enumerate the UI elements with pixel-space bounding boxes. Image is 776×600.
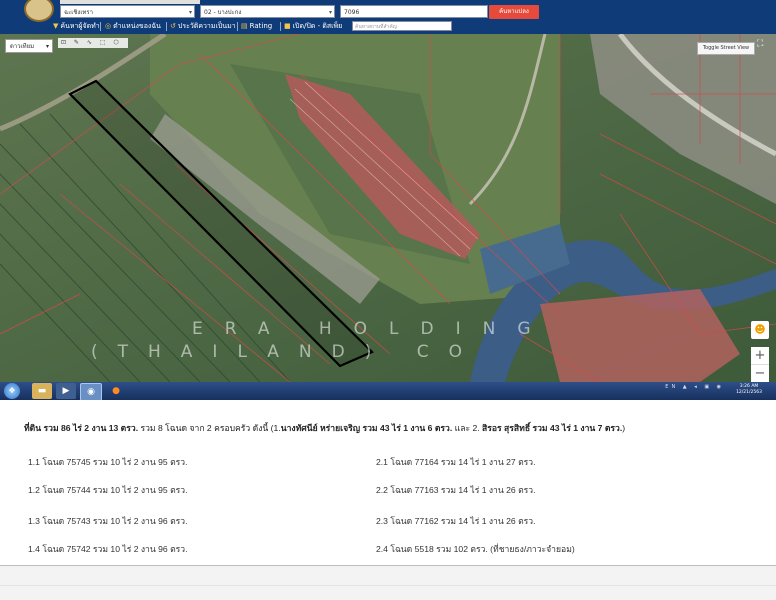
province-select-value: ฉะเชิงเทรา <box>64 9 93 16</box>
windows-taskbar: ❖ ▬ ▶ ◉ ● EN ▲ ◂ ▣ ◉ 3:26 AM 12/21/2563 <box>0 382 776 401</box>
footer-divider <box>0 585 776 586</box>
watermark-line2: (THAILAND) CO <box>91 342 483 362</box>
summary-mid: รวม 8 โฉนด จาก 2 ครอบครัว ดังนี้ (1. <box>138 423 281 433</box>
menu-divider <box>166 22 167 31</box>
map-layer-select[interactable]: ดาวเทียม ▾ <box>5 39 53 53</box>
deed-row: 2.1 โฉนด 77164 รวม 14 ไร่ 1 งาน 27 ตรว. <box>376 457 536 467</box>
media-player-icon[interactable]: ▶ <box>56 383 76 399</box>
menu-item-history[interactable]: ↺ ประวัติความเป็นมา <box>170 20 236 33</box>
deed-row: 1.2 โฉนด 75744 รวม 10 ไร่ 2 งาน 95 ตรว. <box>28 485 188 495</box>
owner-2: สิรอร สุรสิทธิ์ รวม 43 ไร่ 1 งาน 7 ตรว. <box>482 423 623 433</box>
chevron-down-icon: ▾ <box>328 9 332 16</box>
watermark-line1: ERA HOLDING <box>192 319 553 339</box>
clock-date: 12/21/2563 <box>736 390 762 395</box>
search-parcel-button[interactable]: ค้นหาแปลง <box>489 5 539 19</box>
land-summary: ที่ดิน รวม 86 ไร่ 2 งาน 13 ตรว. รวม 8 โฉ… <box>24 421 774 435</box>
land-details-panel: ที่ดิน รวม 86 ไร่ 2 งาน 13 ตรว. รวม 8 โฉ… <box>0 400 776 566</box>
menu-item-my-location[interactable]: ◎ ตำแหน่งของฉัน <box>105 20 161 33</box>
menu-item-label: ตำแหน่งของฉัน <box>113 22 161 30</box>
district-select[interactable]: 02 - บางปะกง ▾ <box>200 5 335 18</box>
menu-item-rating[interactable]: ▤ Rating <box>241 20 272 33</box>
deed-row: 1.4 โฉนด 75742 รวม 10 ไร่ 2 งาน 96 ตรว. <box>28 544 188 554</box>
location-icon: ◎ <box>105 22 112 30</box>
menu-divider <box>280 22 281 31</box>
menu-item-find-author[interactable]: ▼ ค้นหาผู้จัดทำ <box>53 20 100 33</box>
firefox-icon[interactable]: ● <box>106 383 126 399</box>
zoom-out-button[interactable]: − <box>751 365 769 382</box>
system-tray[interactable]: EN ▲ ◂ ▣ ◉ <box>665 384 724 390</box>
district-select-value: 02 - บางปะกง <box>204 9 242 16</box>
menu-item-label: Rating <box>249 22 273 30</box>
chevron-down-icon: ▾ <box>45 43 49 50</box>
summary-close: ) <box>622 423 626 433</box>
menu-divider <box>237 22 238 31</box>
app-title-strip <box>60 0 200 4</box>
province-select[interactable]: ฉะเชิงเทรา ▾ <box>60 5 195 18</box>
taskbar-clock[interactable]: 3:26 AM 12/21/2563 <box>736 384 762 396</box>
page-footer <box>0 566 776 600</box>
windows-start-icon[interactable]: ❖ <box>4 383 20 399</box>
summary-lead: ที่ดิน รวม 86 ไร่ 2 งาน 13 ตรว. <box>24 423 139 433</box>
place-search-input[interactable]: ค้นหาสถานที่สำคัญ <box>352 21 452 31</box>
menu-item-label: ประวัติความเป็นมา <box>177 22 236 30</box>
toggle-street-view-button[interactable]: Toggle Street View <box>697 42 755 55</box>
deed-row: 1.1 โฉนด 75745 รวม 10 ไร่ 2 งาน 95 ตรว. <box>28 457 188 467</box>
zoom-in-button[interactable]: + <box>751 347 769 365</box>
menu-item-label: ค้นหาผู้จัดทำ <box>60 22 100 30</box>
deed-row: 1.3 โฉนด 75743 รวม 10 ไร่ 2 งาน 96 ตรว. <box>28 516 188 526</box>
map-draw-tools[interactable]: ⊡ ✎ ∿ ⬚ ⬡ <box>58 38 128 48</box>
menu-item-display-toggle[interactable]: ■ เปิด/ปิด - ดิสเพ็ย <box>284 20 342 33</box>
rating-icon: ▤ <box>241 22 248 30</box>
chevron-down-icon: ▾ <box>188 9 192 16</box>
deed-row: 2.3 โฉนด 77162 รวม 14 ไร่ 1 งาน 26 ตรว. <box>376 516 536 526</box>
funnel-icon: ▼ <box>53 22 59 30</box>
deed-row: 2.4 โฉนด 5518 รวม 102 ตรว. (ที่ชายธง/ภาว… <box>376 544 575 554</box>
pegman-icon[interactable]: ☻ <box>751 321 769 339</box>
menu-divider <box>100 22 101 31</box>
owner-1: นางทัศนีย์ หร่ายเจริญ รวม 43 ไร่ 1 งาน 6… <box>280 423 453 433</box>
deed-row: 2.2 โฉนด 77163 รวม 14 ไร่ 1 งาน 26 ตรว. <box>376 485 536 495</box>
toggle-icon: ■ <box>284 22 291 30</box>
parcel-number-input[interactable]: 7096 <box>340 5 488 18</box>
summary-and: และ 2. <box>452 423 483 433</box>
satellite-map[interactable]: ดาวเทียม ▾ ⊡ ✎ ∿ ⬚ ⬡ Toggle Street View … <box>0 34 776 382</box>
app-toolbar: ฉะเชิงเทรา ▾ 02 - บางปะกง ▾ 7096 ค้นหาแป… <box>0 0 776 34</box>
chrome-icon[interactable]: ◉ <box>80 383 102 401</box>
parcel-number-value: 7096 <box>344 9 360 16</box>
map-layer-value: ดาวเทียม <box>10 43 35 50</box>
history-icon: ↺ <box>170 22 176 30</box>
fullscreen-icon[interactable]: ⛶ <box>757 39 763 49</box>
department-logo-icon <box>24 0 54 22</box>
folder-icon[interactable]: ▬ <box>32 383 52 399</box>
menu-item-label: เปิด/ปิด - ดิสเพ็ย <box>292 22 343 30</box>
